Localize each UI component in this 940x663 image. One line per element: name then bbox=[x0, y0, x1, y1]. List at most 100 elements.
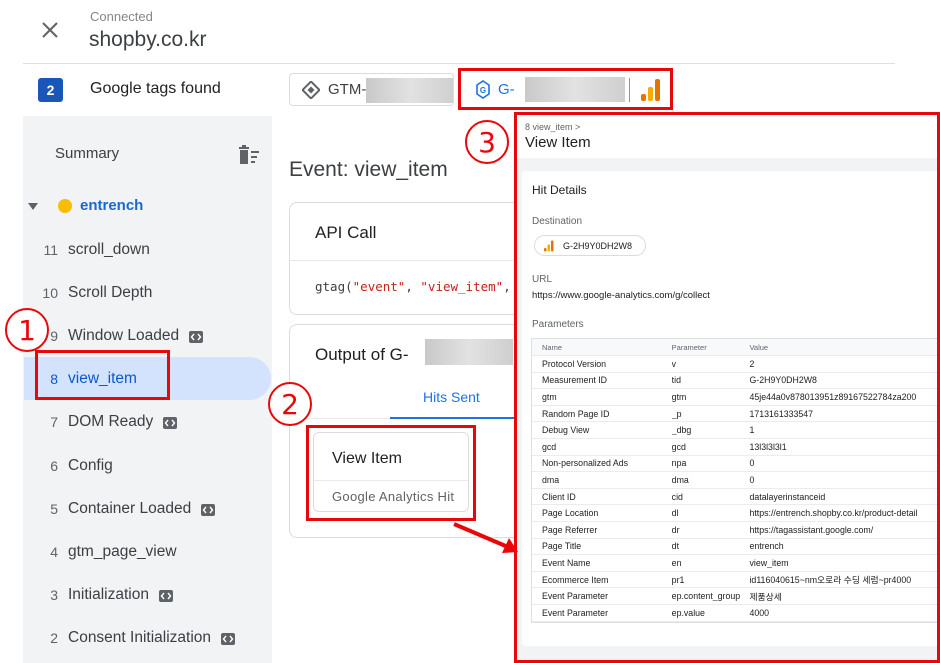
event-number: 7 bbox=[50, 413, 58, 430]
param-key: gtm bbox=[671, 391, 687, 402]
hit-card-view-item[interactable]: View Item Google Analytics Hit bbox=[313, 432, 469, 512]
param-value: 1713161333547 bbox=[749, 408, 814, 419]
connected-domain: shopby.co.kr bbox=[89, 28, 207, 51]
param-key: gcd bbox=[671, 441, 686, 452]
col-header-name: Name bbox=[542, 342, 563, 352]
callout-2: 2 bbox=[268, 382, 312, 426]
hit-details-heading: Hit Details bbox=[532, 183, 587, 197]
table-row: Event Name en view_item bbox=[532, 555, 940, 572]
api-call-code: gtag("event", "view_item", { bbox=[315, 279, 526, 294]
event-number: 10 bbox=[42, 284, 58, 301]
event-name: Config bbox=[68, 456, 113, 474]
sidebar-event-scroll-down[interactable]: 11 scroll_down bbox=[24, 228, 271, 271]
destination-chip[interactable]: G-2H9Y0DH2W8 bbox=[534, 235, 646, 256]
param-value: view_item bbox=[749, 557, 789, 568]
container-status-dot bbox=[58, 199, 72, 213]
event-name: gtm_page_view bbox=[68, 542, 177, 560]
gtm-tag-chip[interactable]: GTM- bbox=[289, 73, 454, 106]
param-key: dl bbox=[671, 508, 679, 519]
param-name: Protocol Version bbox=[542, 358, 607, 369]
sidebar-event-config[interactable]: 6 Config bbox=[24, 444, 271, 487]
event-number: 4 bbox=[50, 543, 58, 560]
url-label: URL bbox=[532, 274, 553, 285]
param-value: 1 bbox=[749, 425, 755, 436]
summary-link[interactable]: Summary bbox=[55, 145, 119, 162]
param-value: 4000 bbox=[749, 607, 770, 618]
api-call-card: API Call gtag("event", "view_item", { bbox=[289, 202, 526, 315]
container-name[interactable]: entrench bbox=[80, 197, 143, 214]
sidebar-event-scroll-depth[interactable]: 10 Scroll Depth bbox=[24, 271, 271, 314]
param-key: _p bbox=[671, 408, 682, 419]
param-name: dma bbox=[542, 474, 560, 485]
analytics-bars-icon bbox=[544, 240, 554, 251]
detail-breadcrumb[interactable]: 8 view_item > bbox=[525, 122, 580, 132]
param-key: dt bbox=[671, 541, 680, 552]
sidebar-event-initialization[interactable]: 3 Initialization bbox=[24, 573, 271, 616]
col-header-parameter: Parameter bbox=[671, 342, 707, 352]
table-row: Non-personalized Ads npa 0 bbox=[532, 456, 940, 473]
destination-value: G-2H9Y0DH2W8 bbox=[563, 240, 633, 251]
tag-count-badge: 2 bbox=[38, 78, 63, 102]
event-number: 6 bbox=[50, 457, 58, 474]
event-name: Container Loaded bbox=[68, 499, 192, 517]
chip-separator bbox=[629, 78, 630, 102]
col-header-value: Value bbox=[749, 342, 769, 352]
table-row: Event Parameter ep.value 4000 bbox=[532, 605, 940, 622]
param-value: https://tagassistant.google.com/ bbox=[749, 524, 874, 535]
code-icon bbox=[221, 632, 236, 645]
param-name: Event Parameter bbox=[542, 607, 609, 618]
table-row: Ecommerce Item pr1 id116040615~nm오로라 수딩 세럼… bbox=[532, 572, 940, 589]
param-name: Debug View bbox=[542, 425, 590, 436]
param-name: gtm bbox=[542, 391, 557, 402]
callout-1: 1 bbox=[5, 308, 49, 352]
ga-chip-label: G- bbox=[498, 80, 515, 98]
param-value: 제품상세 bbox=[749, 591, 782, 602]
sidebar-event-dom-ready[interactable]: 7 DOM Ready bbox=[24, 400, 271, 443]
param-name: Page Location bbox=[542, 508, 599, 519]
param-value: datalayerinstanceid bbox=[749, 491, 826, 502]
parameters-table: Name Parameter Value Protocol Version v 2 M… bbox=[531, 338, 940, 623]
tab-active-indicator bbox=[390, 417, 520, 419]
tab-hits-sent[interactable]: Hits Sent bbox=[423, 389, 480, 405]
event-title: Event: view_item bbox=[289, 158, 448, 181]
clear-list-icon[interactable] bbox=[238, 145, 260, 165]
code-icon bbox=[201, 503, 216, 516]
event-number: 11 bbox=[43, 241, 58, 258]
param-value: 45je44a0v878013951z89167522784za200 bbox=[749, 391, 917, 402]
param-value: 2 bbox=[749, 358, 755, 369]
code-icon bbox=[159, 589, 173, 602]
sidebar-event-window-loaded[interactable]: 9 Window Loaded bbox=[24, 314, 271, 357]
svg-text:G: G bbox=[480, 86, 486, 95]
param-name: Client ID bbox=[542, 491, 576, 502]
event-number: 8 bbox=[50, 370, 58, 387]
sidebar-event-consent-initialization[interactable]: 2 Consent Initialization bbox=[24, 616, 271, 659]
param-key: ep.value bbox=[671, 607, 705, 618]
param-value: 13l3l3l3l1 bbox=[749, 441, 787, 452]
tag-assistant-window: Connected shopby.co.kr 2 Google tags fou… bbox=[0, 0, 940, 663]
table-row: Random Page ID _p 1713161333547 bbox=[532, 406, 940, 423]
redacted-id bbox=[525, 77, 625, 102]
param-name: Non-personalized Ads bbox=[542, 458, 629, 469]
ga-tag-chip[interactable]: G G- bbox=[462, 72, 669, 106]
param-key: ep.content_group bbox=[671, 591, 741, 602]
close-icon[interactable] bbox=[38, 18, 62, 42]
param-key: _dbg bbox=[671, 425, 692, 436]
url-value: https://www.google-analytics.com/g/colle… bbox=[532, 290, 710, 301]
header-divider bbox=[23, 63, 895, 64]
destination-label: Destination bbox=[532, 216, 583, 227]
sidebar-event-container-loaded[interactable]: 5 Container Loaded bbox=[24, 487, 271, 530]
event-number: 3 bbox=[50, 586, 58, 603]
collapse-caret-icon[interactable] bbox=[28, 203, 38, 211]
analytics-bars-icon bbox=[641, 79, 660, 101]
table-row: Client ID cid datalayerinstanceid bbox=[532, 489, 940, 506]
param-key: en bbox=[671, 557, 682, 568]
connection-status: Connected bbox=[90, 9, 153, 24]
param-value: G-2H9Y0DH2W8 bbox=[749, 375, 817, 386]
redacted-id bbox=[366, 78, 453, 103]
param-value: https://entrench.shopby.co.kr/product-de… bbox=[749, 508, 918, 519]
sidebar-event-gtm-page-view[interactable]: 4 gtm_page_view bbox=[24, 530, 271, 573]
hit-details-card: Hit Details Destination G-2H9Y0DH2W8 URL… bbox=[522, 171, 940, 646]
sidebar-event-view-item[interactable]: 8 view_item bbox=[24, 357, 271, 400]
param-value: 0 bbox=[749, 458, 755, 469]
table-header-row: Name Parameter Value bbox=[532, 339, 940, 356]
